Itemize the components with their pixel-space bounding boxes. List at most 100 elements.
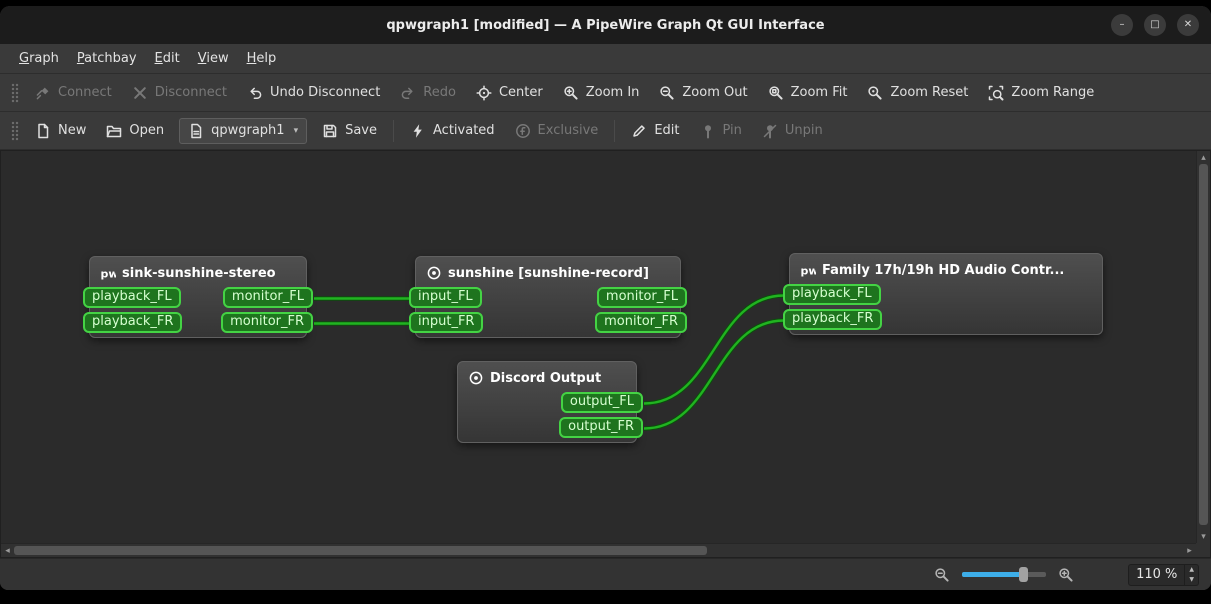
zoom-out-icon[interactable] — [934, 567, 950, 583]
horizontal-scrollbar-thumb[interactable] — [14, 546, 708, 555]
svg-text:pw: pw — [801, 265, 817, 278]
toolbar-button-label: Save — [345, 123, 378, 138]
zoom-spinbox[interactable]: 110 % ▲ ▼ — [1128, 563, 1199, 586]
toolbar-button-label: Undo Disconnect — [269, 85, 381, 100]
menu-view[interactable]: View — [189, 46, 238, 71]
port-playback_FL[interactable]: playback_FL — [783, 284, 881, 305]
port-row: input_FL monitor_FL — [409, 287, 687, 308]
port-monitor_FR[interactable]: monitor_FR — [595, 312, 687, 333]
zoom-slider-fill — [962, 572, 1023, 577]
toolbar-button-label: Zoom Out — [682, 85, 748, 100]
canvas[interactable]: pwsink-sunshine-stereoplayback_FLmonitor… — [0, 150, 1211, 558]
port-monitor_FL[interactable]: monitor_FL — [596, 287, 687, 308]
menu-help[interactable]: Help — [238, 46, 286, 71]
minimize-button[interactable]: – — [1111, 14, 1133, 36]
zoom-in-icon[interactable] — [1058, 567, 1074, 583]
maximize-button[interactable]: □ — [1144, 14, 1166, 36]
zoom-in-icon — [563, 85, 579, 101]
menu-patchbay[interactable]: Patchbay — [68, 46, 146, 71]
redo-icon — [400, 85, 416, 101]
vertical-scrollbar[interactable]: ▴ ▾ — [1196, 151, 1210, 543]
patchbay-select-combo[interactable]: qpwgraph1 ▾ — [179, 117, 308, 144]
zoom-out-button[interactable]: Zoom Out — [650, 79, 756, 107]
activated-button[interactable]: Activated — [401, 117, 504, 145]
port-monitor_FR[interactable]: monitor_FR — [221, 312, 313, 333]
menu-edit[interactable]: Edit — [146, 46, 189, 71]
zoom-spin-up-icon[interactable]: ▲ — [1185, 565, 1198, 574]
zoom-reset-button[interactable]: Zoom Reset — [858, 79, 977, 107]
toolbar-grip[interactable] — [11, 120, 19, 141]
port-output_FL[interactable]: output_FL — [560, 392, 643, 413]
zoom-spin-arrows: ▲ ▼ — [1184, 564, 1198, 585]
zoom-fit-icon — [768, 85, 784, 101]
app-icon — [426, 265, 442, 281]
scroll-right-arrow-icon[interactable]: ▸ — [1183, 544, 1196, 557]
pin-button: Pin — [691, 117, 751, 145]
toolbar-button-label: Exclusive — [537, 123, 599, 138]
zoom-range-icon — [988, 85, 1004, 101]
toolbar-button-label: Open — [129, 123, 165, 138]
new-button[interactable]: New — [26, 117, 95, 145]
unpin-icon — [762, 123, 778, 139]
titlebar[interactable]: qpwgraph1 [modified] — A PipeWire Graph … — [0, 6, 1211, 44]
zoom-range-button[interactable]: Zoom Range — [979, 79, 1103, 107]
open-button[interactable]: Open — [97, 117, 173, 145]
scroll-up-arrow-icon[interactable]: ▴ — [1197, 151, 1210, 164]
scrollbar-corner — [1196, 543, 1210, 557]
toolbar-button-label: Activated — [433, 123, 495, 138]
port-row: output_FR — [458, 417, 643, 438]
edit-icon — [631, 123, 647, 139]
toolbar-grip[interactable] — [11, 82, 19, 103]
toolbar-button-label: Zoom Fit — [790, 85, 848, 100]
zoom-fit-button[interactable]: Zoom Fit — [759, 79, 857, 107]
disconnect-icon — [132, 85, 148, 101]
vertical-scrollbar-thumb[interactable] — [1199, 164, 1208, 525]
save-icon — [322, 123, 338, 139]
edit-button[interactable]: Edit — [622, 117, 688, 145]
port-row: input_FR monitor_FR — [409, 312, 687, 333]
zoom-value: 110 % — [1136, 567, 1178, 582]
port-playback_FR[interactable]: playback_FR — [783, 309, 883, 330]
node-title: sink-sunshine-stereo — [122, 265, 276, 281]
node-title: sunshine [sunshine-record] — [448, 265, 649, 281]
menubar: Graph Patchbay Edit View Help — [0, 44, 1211, 74]
toolbar-button-label: Center — [498, 85, 543, 100]
node-header: sunshine [sunshine-record] — [416, 257, 680, 287]
node-sink-sunshine-stereo[interactable]: pwsink-sunshine-stereoplayback_FLmonitor… — [83, 256, 313, 338]
node-discord-output[interactable]: Discord Output output_FL output_FR — [457, 361, 643, 443]
save-button[interactable]: Save — [313, 117, 386, 145]
menu-graph[interactable]: Graph — [10, 46, 68, 71]
new-file-icon — [35, 123, 51, 139]
undo-disconnect-button[interactable]: Undo Disconnect — [238, 79, 389, 107]
zoom-in-button[interactable]: Zoom In — [554, 79, 649, 107]
close-button[interactable]: ✕ — [1177, 14, 1199, 36]
nodes-layer: pwsink-sunshine-stereoplayback_FLmonitor… — [1, 151, 1210, 557]
node-family-audio[interactable]: pw Family 17h/19h HD Audio Contr... playba… — [783, 253, 1103, 335]
zoom-slider[interactable] — [962, 567, 1047, 582]
exclusive-icon — [515, 123, 531, 139]
zoom-slider-handle[interactable] — [1018, 567, 1028, 582]
port-input_FR[interactable]: input_FR — [409, 312, 484, 333]
disconnect-button: Disconnect — [123, 79, 236, 107]
node-header: pw Family 17h/19h HD Audio Contr... — [790, 254, 1102, 284]
open-folder-icon — [106, 123, 122, 139]
exclusive-button: Exclusive — [506, 117, 608, 145]
port-output_FR[interactable]: output_FR — [559, 417, 643, 438]
port-input_FL[interactable]: input_FL — [409, 287, 482, 308]
zoom-out-icon — [659, 85, 675, 101]
horizontal-scrollbar[interactable]: ◂ ▸ — [1, 543, 1196, 557]
pipewire-icon: pw — [100, 265, 117, 281]
zoom-spin-down-icon[interactable]: ▼ — [1185, 575, 1198, 584]
port-monitor_FL[interactable]: monitor_FL — [222, 287, 313, 308]
desktop: qpwgraph1 [modified] — A PipeWire Graph … — [0, 0, 1211, 604]
scroll-left-arrow-icon[interactable]: ◂ — [1, 544, 14, 557]
port-playback_FR[interactable]: playback_FR — [83, 312, 183, 333]
port-playback_FL[interactable]: playback_FL — [83, 287, 181, 308]
toolbar-button-label: New — [58, 123, 87, 138]
port-row: playback_FR monitor_FR — [83, 312, 313, 333]
center-button[interactable]: Center — [467, 79, 552, 107]
scroll-down-arrow-icon[interactable]: ▾ — [1197, 530, 1210, 543]
toolbar-button-label: Redo — [423, 85, 456, 100]
connect-icon — [35, 85, 51, 101]
node-sunshine[interactable]: sunshine [sunshine-record] input_FL monito… — [409, 256, 687, 338]
